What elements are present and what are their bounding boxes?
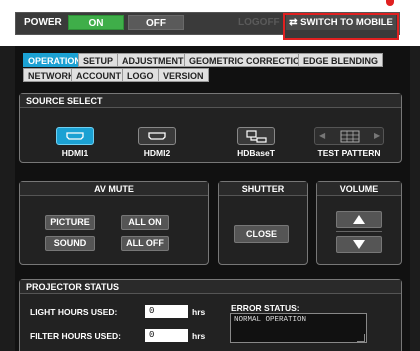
volume-down-button[interactable] xyxy=(336,236,382,253)
sync-icon: ⇄ xyxy=(289,17,298,28)
source-hdmi2-button[interactable] xyxy=(138,127,176,145)
power-on-button[interactable]: ON xyxy=(68,15,124,30)
tab-logo[interactable]: LOGO xyxy=(122,68,159,82)
hdmi-icon xyxy=(148,132,166,140)
shutter-close-button[interactable]: CLOSE xyxy=(234,225,289,243)
tab-geometric-correction[interactable]: GEOMETRIC CORRECTION xyxy=(184,53,312,67)
filter-hours-field: 0 xyxy=(145,329,188,342)
projector-status-title: PROJECTOR STATUS xyxy=(20,280,401,294)
source-hdmi2-label: HDMI2 xyxy=(143,148,171,158)
power-off-button[interactable]: OFF xyxy=(128,15,184,30)
next-pattern-icon[interactable]: ▶ xyxy=(374,131,380,140)
triangle-up-icon xyxy=(353,215,365,224)
switch-to-mobile-label: SWITCH TO MOBILE xyxy=(300,17,393,28)
mute-all-on-button[interactable]: ALL ON xyxy=(121,215,169,230)
filter-hours-unit: hrs xyxy=(192,331,206,341)
tab-operation[interactable]: OPERATION xyxy=(23,53,86,67)
tab-edge-blending[interactable]: EDGE BLENDING xyxy=(298,53,384,67)
logoff-link[interactable]: LOGOFF xyxy=(238,17,280,28)
mute-all-off-button[interactable]: ALL OFF xyxy=(121,236,169,251)
volume-divider xyxy=(336,231,382,232)
error-status-field: NORMAL OPERATION xyxy=(230,313,367,343)
filter-hours-label: FILTER HOURS USED: xyxy=(30,331,121,341)
mute-picture-button[interactable]: PICTURE xyxy=(45,215,95,230)
hdmi-icon xyxy=(66,132,84,140)
error-status-label: ERROR STATUS: xyxy=(231,303,300,313)
source-hdmi1-button[interactable] xyxy=(56,127,94,145)
power-label: POWER xyxy=(24,17,62,28)
grid-icon xyxy=(340,130,360,143)
shutter-title: SHUTTER xyxy=(219,182,307,196)
av-mute-title: AV MUTE xyxy=(20,182,208,196)
source-hdmi1-label: HDMI1 xyxy=(61,148,89,158)
tab-version[interactable]: VERSION xyxy=(158,68,209,82)
light-hours-label: LIGHT HOURS USED: xyxy=(30,307,118,317)
source-hdbaset-label: HDBaseT xyxy=(237,148,275,158)
source-test-pattern-label: TEST PATTERN xyxy=(317,148,381,158)
tab-setup[interactable]: SETUP xyxy=(78,53,119,67)
source-test-pattern-button[interactable]: ◀ ▶ xyxy=(314,127,384,145)
light-hours-field: 0 xyxy=(145,305,188,318)
source-hdbaset-button[interactable] xyxy=(237,127,275,145)
volume-title: VOLUME xyxy=(317,182,401,196)
hdbaset-icon xyxy=(246,130,267,143)
resize-handle-icon[interactable] xyxy=(357,334,365,342)
tab-adjustment[interactable]: ADJUSTMENT xyxy=(117,53,189,67)
prev-pattern-icon[interactable]: ◀ xyxy=(319,131,325,140)
triangle-down-icon xyxy=(353,240,365,249)
source-select-title: SOURCE SELECT xyxy=(20,94,401,108)
mute-sound-button[interactable]: SOUND xyxy=(45,236,95,251)
switch-to-mobile-button[interactable]: ⇄ SWITCH TO MOBILE xyxy=(286,15,396,30)
light-hours-unit: hrs xyxy=(192,307,206,317)
tab-account[interactable]: ACCOUNT xyxy=(71,68,126,82)
volume-up-button[interactable] xyxy=(336,211,382,228)
